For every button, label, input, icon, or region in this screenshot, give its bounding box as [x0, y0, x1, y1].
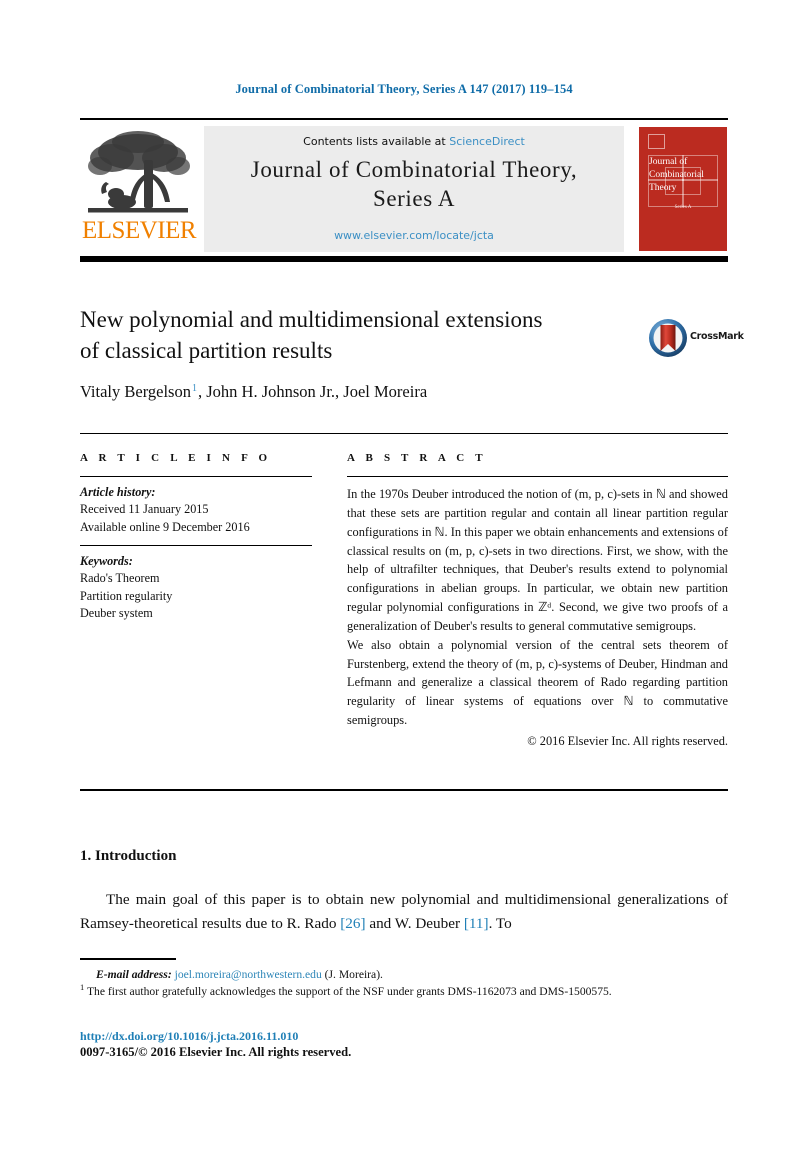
article-info-column: A R T I C L E I N F O Article history: R… — [80, 452, 312, 622]
introduction-paragraph: The main goal of this paper is to obtain… — [80, 888, 728, 935]
abstract-rule — [347, 476, 728, 477]
abstract-paragraph-2: We also obtain a polynomial version of t… — [347, 637, 728, 728]
received-date: Received 11 January 2015 — [80, 502, 209, 517]
footnote-funding-text: The first author gratefully acknowledges… — [86, 985, 612, 999]
contents-available-line: Contents lists available at ScienceDirec… — [204, 135, 624, 148]
masthead-top-rule — [80, 118, 728, 120]
crossmark-badge[interactable]: CrossMark — [648, 318, 744, 358]
paper-page: Journal of Combinatorial Theory, Series … — [0, 0, 808, 1162]
article-history-block: Article history: Received 11 January 201… — [80, 484, 312, 536]
keyword-item: Deuber system — [80, 605, 153, 620]
cover-title-line-1: Journal of — [649, 157, 688, 167]
intro-text-part-2: and W. Deuber — [365, 914, 464, 932]
journal-cover-image: Journal of Combinatorial Theory Series A — [639, 127, 727, 251]
elsevier-wordmark: ELSEVIER — [82, 217, 197, 244]
title-line-1: New polynomial and multidimensional exte… — [80, 307, 543, 332]
keywords-label: Keywords: — [80, 553, 133, 568]
info-band-top-rule — [80, 433, 728, 434]
cover-publisher-mark-icon — [648, 134, 665, 149]
author-footnote-marker[interactable]: 1 — [191, 383, 198, 394]
abstract-heading: A B S T R A C T — [347, 452, 487, 464]
author-email-link[interactable]: joel.moreira@northwestern.edu — [175, 968, 322, 981]
footnote-area: E-mail address: joel.moreira@northwester… — [80, 966, 728, 1001]
journal-homepage-link[interactable]: www.elsevier.com/locate/jcta — [204, 229, 624, 242]
info-band-bottom-rule — [80, 789, 728, 791]
abstract-copyright: © 2016 Elsevier Inc. All rights reserved… — [527, 733, 728, 748]
email-label: E-mail address: — [96, 968, 172, 981]
author-names-post: , John H. Johnson Jr., Joel Moreira — [197, 382, 428, 401]
cover-subtitle: Series A — [674, 205, 692, 210]
article-info-heading: A R T I C L E I N F O — [80, 452, 272, 464]
footnote-separator-rule — [80, 958, 176, 960]
journal-title-line-2: Series A — [372, 186, 456, 212]
journal-title: Journal of Combinatorial Theory, Series … — [214, 155, 614, 214]
article-info-rule-2 — [80, 544, 312, 546]
intro-text-part-3: . To — [488, 914, 512, 932]
author-names-pre: Vitaly Bergelson — [80, 382, 191, 401]
cover-title-line-2: Combinatorial — [649, 169, 704, 180]
article-history-label: Article history: — [80, 485, 156, 499]
contents-prefix-text: Contents lists available at — [303, 135, 450, 148]
abstract-paragraph-1: In the 1970s Deuber introduced the notio… — [347, 487, 728, 633]
doi-link[interactable]: http://dx.doi.org/10.1016/j.jcta.2016.11… — [80, 1029, 298, 1044]
issn-copyright-line: 0097-3165/© 2016 Elsevier Inc. All right… — [80, 1045, 352, 1059]
crossmark-icon — [649, 319, 687, 357]
masthead-bottom-rule — [80, 256, 728, 262]
cover-title-line-3: Theory — [649, 182, 677, 193]
footnote-marker-1: 1 — [80, 982, 85, 993]
journal-masthead: ELSEVIER Contents lists available at Sci… — [80, 118, 730, 262]
elsevier-logo: ELSEVIER — [82, 126, 197, 252]
footnote-email: E-mail address: joel.moreira@northwester… — [80, 966, 728, 983]
journal-title-line-1: Journal of Combinatorial Theory, — [250, 157, 578, 182]
email-suffix: (J. Moreira). — [321, 968, 383, 981]
abstract-text: In the 1970s Deuber introduced the notio… — [347, 485, 728, 751]
available-online-date: Available online 9 December 2016 — [80, 519, 250, 534]
footnote-funding: 1 The first author gratefully acknowledg… — [80, 983, 728, 1000]
keywords-block: Keywords: Rado's Theorem Partition regul… — [80, 553, 312, 622]
running-head: Journal of Combinatorial Theory, Series … — [235, 82, 573, 96]
author-list: Vitaly Bergelson1, John H. Johnson Jr., … — [80, 382, 640, 402]
cover-title-text: Journal of Combinatorial Theory — [649, 156, 721, 194]
article-info-rule-1 — [80, 476, 312, 477]
keyword-item: Rado's Theorem — [80, 571, 160, 586]
citation-ref-11[interactable]: [11] — [464, 915, 489, 932]
sciencedirect-link[interactable]: ScienceDirect — [449, 135, 525, 148]
page-title: New polynomial and multidimensional exte… — [80, 305, 620, 366]
elsevier-tree-icon — [88, 131, 190, 213]
citation-ref-26[interactable]: [26] — [340, 915, 365, 932]
abstract-column: A B S T R A C T In the 1970s Deuber intr… — [347, 452, 728, 751]
crossmark-label: CrossMark — [690, 331, 744, 342]
journal-cover-thumbnail[interactable]: Journal of Combinatorial Theory Series A — [636, 124, 730, 254]
section-heading-introduction: 1. Introduction — [80, 848, 177, 864]
keyword-item: Partition regularity — [80, 588, 173, 603]
contents-box: Contents lists available at ScienceDirec… — [204, 126, 624, 252]
title-line-2: of classical partition results — [80, 337, 333, 363]
